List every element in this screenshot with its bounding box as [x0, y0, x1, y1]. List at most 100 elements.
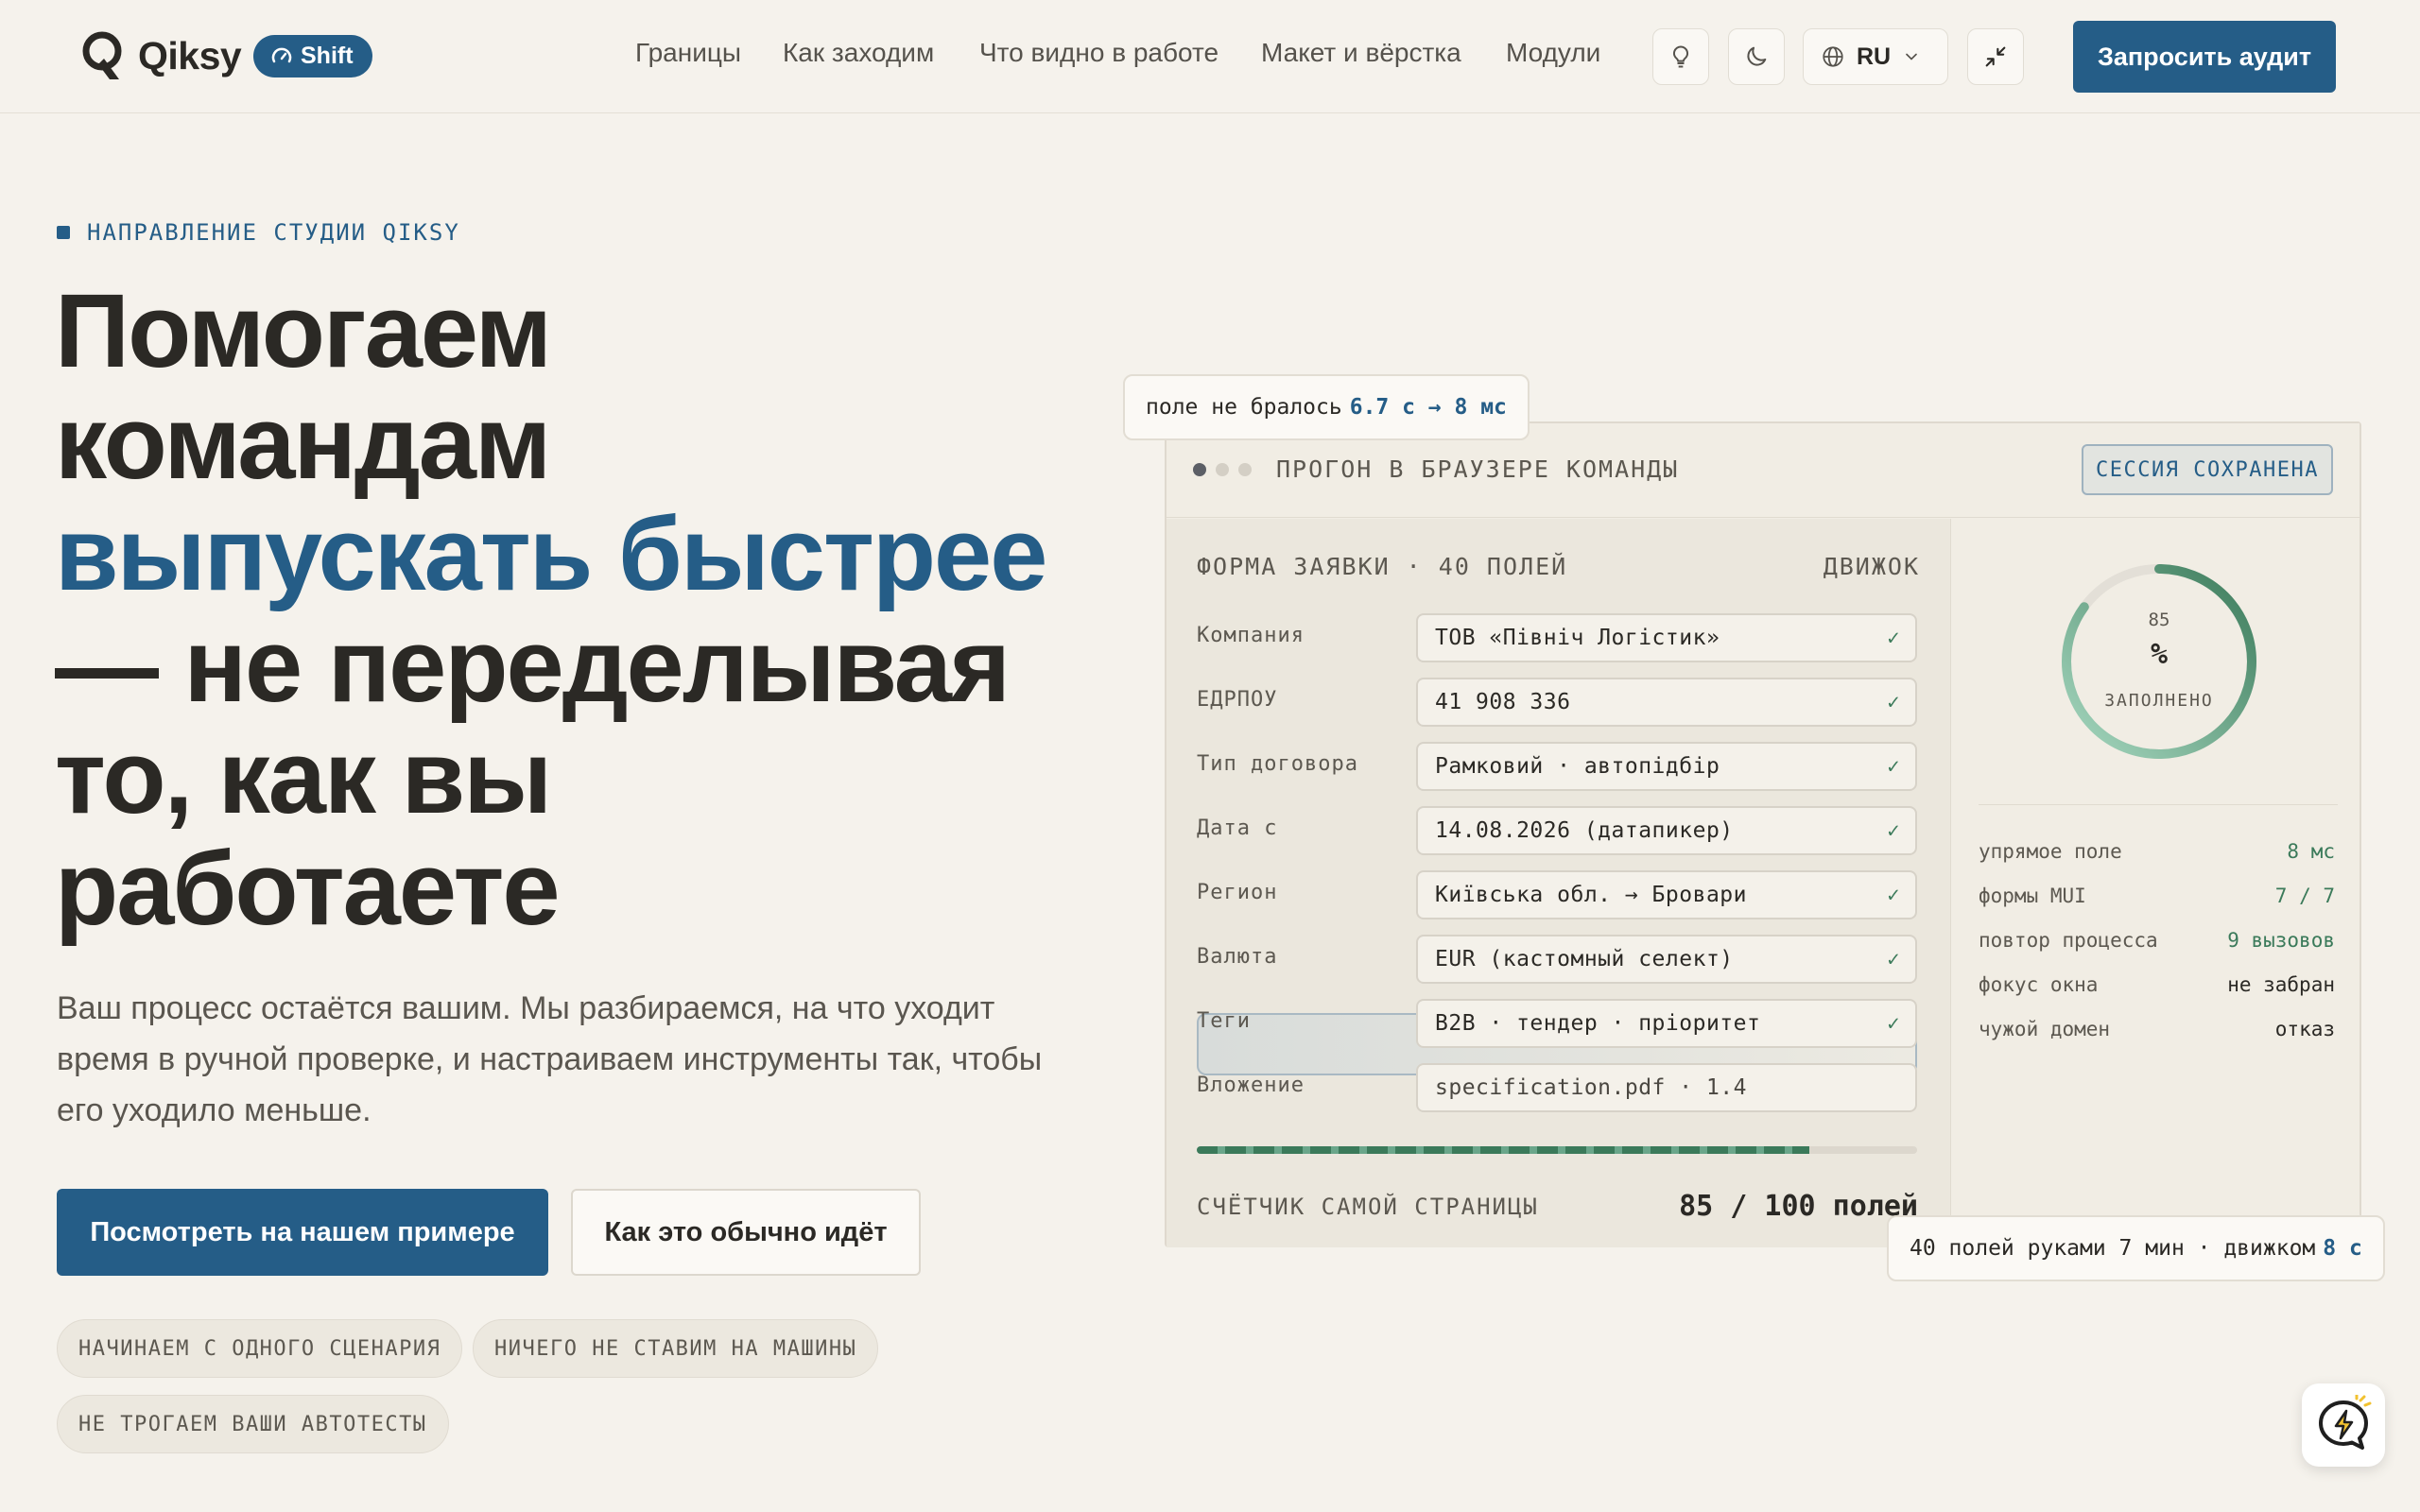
hero-headline: Помогаем командам выпускать быстрее — не…: [55, 276, 1057, 945]
field-attachment[interactable]: specification.pdf · 1.4: [1416, 1063, 1917, 1112]
note-value: 6.7 с → 8 мс: [1349, 395, 1507, 420]
form-title: ФОРМА ЗАЯВКИ · 40 ПОЛЕЙ: [1197, 553, 1568, 580]
page-counter-label: СЧЁТЧИК САМОЙ СТРАНИЦЫ: [1197, 1194, 1539, 1220]
headline-line: Помогаем: [55, 273, 552, 389]
eyebrow-marker: [57, 226, 70, 239]
stat-value: не забран: [2227, 973, 2335, 996]
moon-icon: [1747, 46, 1767, 66]
form-engine-label: ДВИЖОК: [1823, 553, 1920, 580]
browser-run-panel: ПРОГОН В БРАУЗЕРЕ КОМАНДЫ СЕССИЯ СОХРАНЕ…: [1165, 421, 2361, 1247]
speedometer-icon: [271, 47, 292, 62]
collapse-icon: [1985, 46, 2006, 67]
chat-widget-button[interactable]: [2302, 1383, 2385, 1467]
field-region[interactable]: Київська обл. → Бровари ✓: [1416, 870, 1917, 919]
nav-borders[interactable]: Границы: [635, 38, 741, 68]
how-it-goes-button[interactable]: Как это обычно идёт: [571, 1189, 921, 1276]
lightbulb-icon: [1673, 45, 1688, 68]
eyebrow-text: НАПРАВЛЕНИЕ СТУДИИ QIKSY: [87, 219, 460, 246]
field-value: 41 908 336: [1435, 690, 1571, 714]
field-value: Рамковий · автопідбір: [1435, 754, 1720, 779]
field-company[interactable]: ТОВ «Північ Логістик» ✓: [1416, 613, 1917, 662]
window-dot: [1238, 463, 1252, 476]
stat-key: формы MUI: [1979, 885, 2086, 907]
nav-modules[interactable]: Модули: [1506, 38, 1600, 68]
field-label: Валюта: [1197, 945, 1278, 969]
field-label: Теги: [1197, 1009, 1251, 1033]
check-icon: ✓: [1887, 884, 1900, 907]
stats-divider: [1979, 804, 2338, 805]
stat-key: упрямое поле: [1979, 840, 2122, 863]
note-text: 40 полей руками 7 мин · движком: [1910, 1236, 2316, 1261]
chevron-down-icon: [1906, 53, 1917, 60]
note-value: 8 с: [2323, 1236, 2362, 1261]
shift-badge-label: Shift: [301, 43, 354, 69]
nav-layout[interactable]: Макет и вёрстка: [1261, 38, 1461, 68]
shift-badge[interactable]: Shift: [253, 35, 372, 77]
feature-chip: НИЧЕГО НЕ СТАВИМ НА МАШИНЫ: [473, 1319, 879, 1378]
fill-progress-value: [1197, 1146, 1809, 1154]
headline-accent: выпускать быстрее: [55, 496, 1047, 612]
field-label: Регион: [1197, 881, 1278, 904]
field-value: B2B · тендер · пріоритет: [1435, 1011, 1761, 1036]
window-dots: [1193, 463, 1252, 476]
stat-value: отказ: [2274, 1018, 2335, 1040]
headline-line: командам: [55, 385, 551, 501]
field-edrpou[interactable]: 41 908 336 ✓: [1416, 678, 1917, 727]
chat-lightning-icon: [2319, 1395, 2372, 1450]
speed-note-top: поле не бралось 6.7 с → 8 мс: [1123, 374, 1530, 440]
field-value: EUR (кастомный селект): [1435, 947, 1734, 971]
nav-how-we-enter[interactable]: Как заходим: [783, 38, 934, 68]
field-label: Дата с: [1197, 816, 1278, 840]
stat-key: чужой домен: [1979, 1018, 2111, 1040]
tips-button[interactable]: [1652, 28, 1709, 85]
nav-what-is-visible[interactable]: Что видно в работе: [979, 38, 1219, 68]
session-saved-badge: СЕССИЯ СОХРАНЕНА: [2082, 444, 2333, 495]
brand-logo[interactable]: Qiksy: [81, 28, 242, 83]
hero-lead: Ваш процесс остаётся вашим. Мы разбираем…: [57, 990, 1043, 1128]
collapse-button[interactable]: [1967, 28, 2024, 85]
language-select[interactable]: RU: [1803, 28, 1948, 85]
field-tags[interactable]: B2B · тендер · пріоритет ✓: [1416, 999, 1917, 1048]
globe-icon: [1823, 46, 1843, 67]
check-icon: ✓: [1887, 948, 1900, 971]
theme-toggle-button[interactable]: [1728, 28, 1785, 85]
field-contract-type[interactable]: Рамковий · автопідбір ✓: [1416, 742, 1917, 791]
stat-value: 9 вызовов: [2227, 929, 2335, 952]
feature-chip: НЕ ТРОГАЕМ ВАШИ АВТОТЕСТЫ: [57, 1395, 449, 1453]
page-counter-value: 85 / 100 полей: [1679, 1190, 1918, 1223]
check-icon: ✓: [1887, 691, 1900, 714]
field-value: 14.08.2026 (датапикер): [1435, 818, 1734, 843]
field-value: ТОВ «Північ Логістик»: [1435, 626, 1720, 650]
application-form: ФОРМА ЗАЯВКИ · 40 ПОЛЕЙ ДВИЖОК Компания …: [1167, 519, 1951, 1247]
gauge-unit: %: [2150, 638, 2169, 671]
window-dot: [1193, 463, 1206, 476]
fill-gauge: 85 % ЗАПОЛНЕНО: [2058, 560, 2260, 763]
see-example-button[interactable]: Посмотреть на нашем примере: [57, 1189, 548, 1276]
headline-line: то, как вы: [55, 719, 552, 835]
panel-title: ПРОГОН В БРАУЗЕРЕ КОМАНДЫ: [1276, 455, 1680, 483]
note-text: поле не бралось: [1146, 395, 1342, 420]
window-dot: [1216, 463, 1229, 476]
check-icon: ✓: [1887, 755, 1900, 779]
check-icon: ✓: [1887, 1012, 1900, 1036]
request-audit-button[interactable]: Запросить аудит: [2073, 21, 2336, 93]
site-header: Qiksy Shift Границы Как заходим Что видн…: [0, 0, 2420, 113]
gauge-value: 85: [2148, 610, 2170, 630]
field-date[interactable]: 14.08.2026 (датапикер) ✓: [1416, 806, 1917, 855]
stat-value: 7 / 7: [2274, 885, 2335, 907]
stat-value: 8 мс: [2287, 840, 2335, 863]
eyebrow: НАПРАВЛЕНИЕ СТУДИИ QIKSY: [57, 219, 460, 246]
headline-line: — не переделывая: [55, 608, 1011, 724]
field-value: specification.pdf · 1.4: [1435, 1075, 1747, 1100]
fill-progress-bar: [1197, 1146, 1917, 1154]
stat-key: фокус окна: [1979, 973, 2099, 996]
field-label: Вложение: [1197, 1074, 1305, 1097]
field-label: Тип договора: [1197, 752, 1358, 776]
qiksy-logo-icon: [82, 31, 122, 79]
field-label: ЕДРПОУ: [1197, 688, 1278, 712]
field-currency[interactable]: EUR (кастомный селект) ✓: [1416, 935, 1917, 984]
headline-line: работаете: [55, 831, 561, 947]
language-current: RU: [1857, 43, 1892, 70]
gauge-caption: ЗАПОЛНЕНО: [2104, 691, 2214, 711]
field-label: Компания: [1197, 624, 1305, 647]
